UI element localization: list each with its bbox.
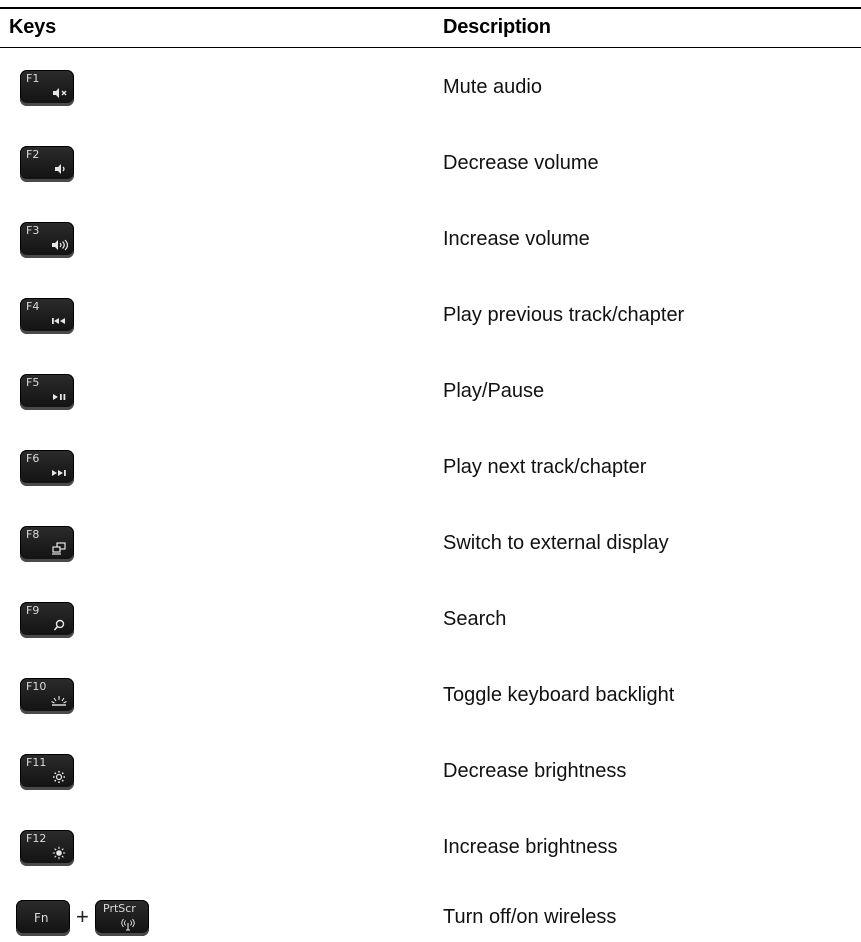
- volume-up-icon: [50, 238, 68, 252]
- plus-sign: +: [76, 904, 89, 929]
- row-description: Increase volume: [443, 228, 590, 250]
- table-row: F1 Mute audio: [0, 70, 861, 110]
- row-description: Play next track/chapter: [443, 456, 647, 478]
- play-pause-icon: [50, 390, 68, 404]
- key-f11: F11: [20, 754, 74, 790]
- external-display-icon: [50, 542, 68, 556]
- table-top-rule: [0, 7, 861, 9]
- row-description: Play previous track/chapter: [443, 304, 685, 326]
- row-description: Play/Pause: [443, 380, 545, 402]
- table-row: F6 Play next track/chapter: [0, 450, 861, 490]
- table-row: F8 Switch to external display: [0, 526, 861, 566]
- row-description: Toggle keyboard backlight: [443, 684, 675, 706]
- table-row: F12 Increase brightness: [0, 830, 861, 870]
- key-label: F10: [26, 680, 47, 693]
- row-description: Switch to external display: [443, 532, 669, 554]
- volume-down-icon: [50, 162, 68, 176]
- key-label: F12: [26, 832, 47, 845]
- previous-track-icon: [50, 314, 68, 328]
- column-header-keys: Keys: [9, 16, 57, 38]
- table-row: Fn + PrtScr Turn off/on wireless: [0, 900, 861, 940]
- key-label: F5: [26, 376, 40, 389]
- keyboard-backlight-icon: [50, 694, 68, 708]
- wireless-icon: [121, 918, 135, 931]
- header-rule: [0, 47, 861, 48]
- table-row: F3 Increase volume: [0, 222, 861, 262]
- key-label: F2: [26, 148, 40, 161]
- key-label: F9: [26, 604, 40, 617]
- key-f5: F5: [20, 374, 74, 410]
- table-row: F10 Toggle keyboard backlight: [0, 678, 861, 718]
- key-label: Fn: [34, 911, 49, 925]
- key-f9: F9: [20, 602, 74, 638]
- key-label: F4: [26, 300, 40, 313]
- row-description: Search: [443, 608, 507, 630]
- search-icon: [50, 618, 68, 632]
- row-description: Decrease brightness: [443, 760, 627, 782]
- key-label: F8: [26, 528, 40, 541]
- key-label: PrtScr: [103, 902, 136, 915]
- key-f3: F3: [20, 222, 74, 258]
- table-row: F2 Decrease volume: [0, 146, 861, 186]
- mute-icon: [50, 86, 68, 100]
- key-f1: F1: [20, 70, 74, 106]
- table-row: F9 Search: [0, 602, 861, 642]
- brightness-up-icon: [50, 846, 68, 860]
- key-label: F1: [26, 72, 40, 85]
- key-fn: Fn: [16, 900, 70, 936]
- row-description: Increase brightness: [443, 836, 618, 858]
- table-row: F5 Play/Pause: [0, 374, 861, 414]
- key-f12: F12: [20, 830, 74, 866]
- key-label: F11: [26, 756, 47, 769]
- table-row: F4 Play previous track/chapter: [0, 298, 861, 338]
- key-label: F6: [26, 452, 40, 465]
- key-f2: F2: [20, 146, 74, 182]
- row-description: Turn off/on wireless: [443, 906, 617, 928]
- key-f10: F10: [20, 678, 74, 714]
- key-prtscr: PrtScr: [95, 900, 149, 936]
- table-row: F11 Decrease brightness: [0, 754, 861, 794]
- key-f4: F4: [20, 298, 74, 334]
- brightness-down-icon: [50, 770, 68, 784]
- key-f8: F8: [20, 526, 74, 562]
- key-f6: F6: [20, 450, 74, 486]
- column-header-description: Description: [443, 16, 551, 38]
- key-label: F3: [26, 224, 40, 237]
- next-track-icon: [50, 466, 68, 480]
- row-description: Decrease volume: [443, 152, 599, 174]
- row-description: Mute audio: [443, 76, 542, 98]
